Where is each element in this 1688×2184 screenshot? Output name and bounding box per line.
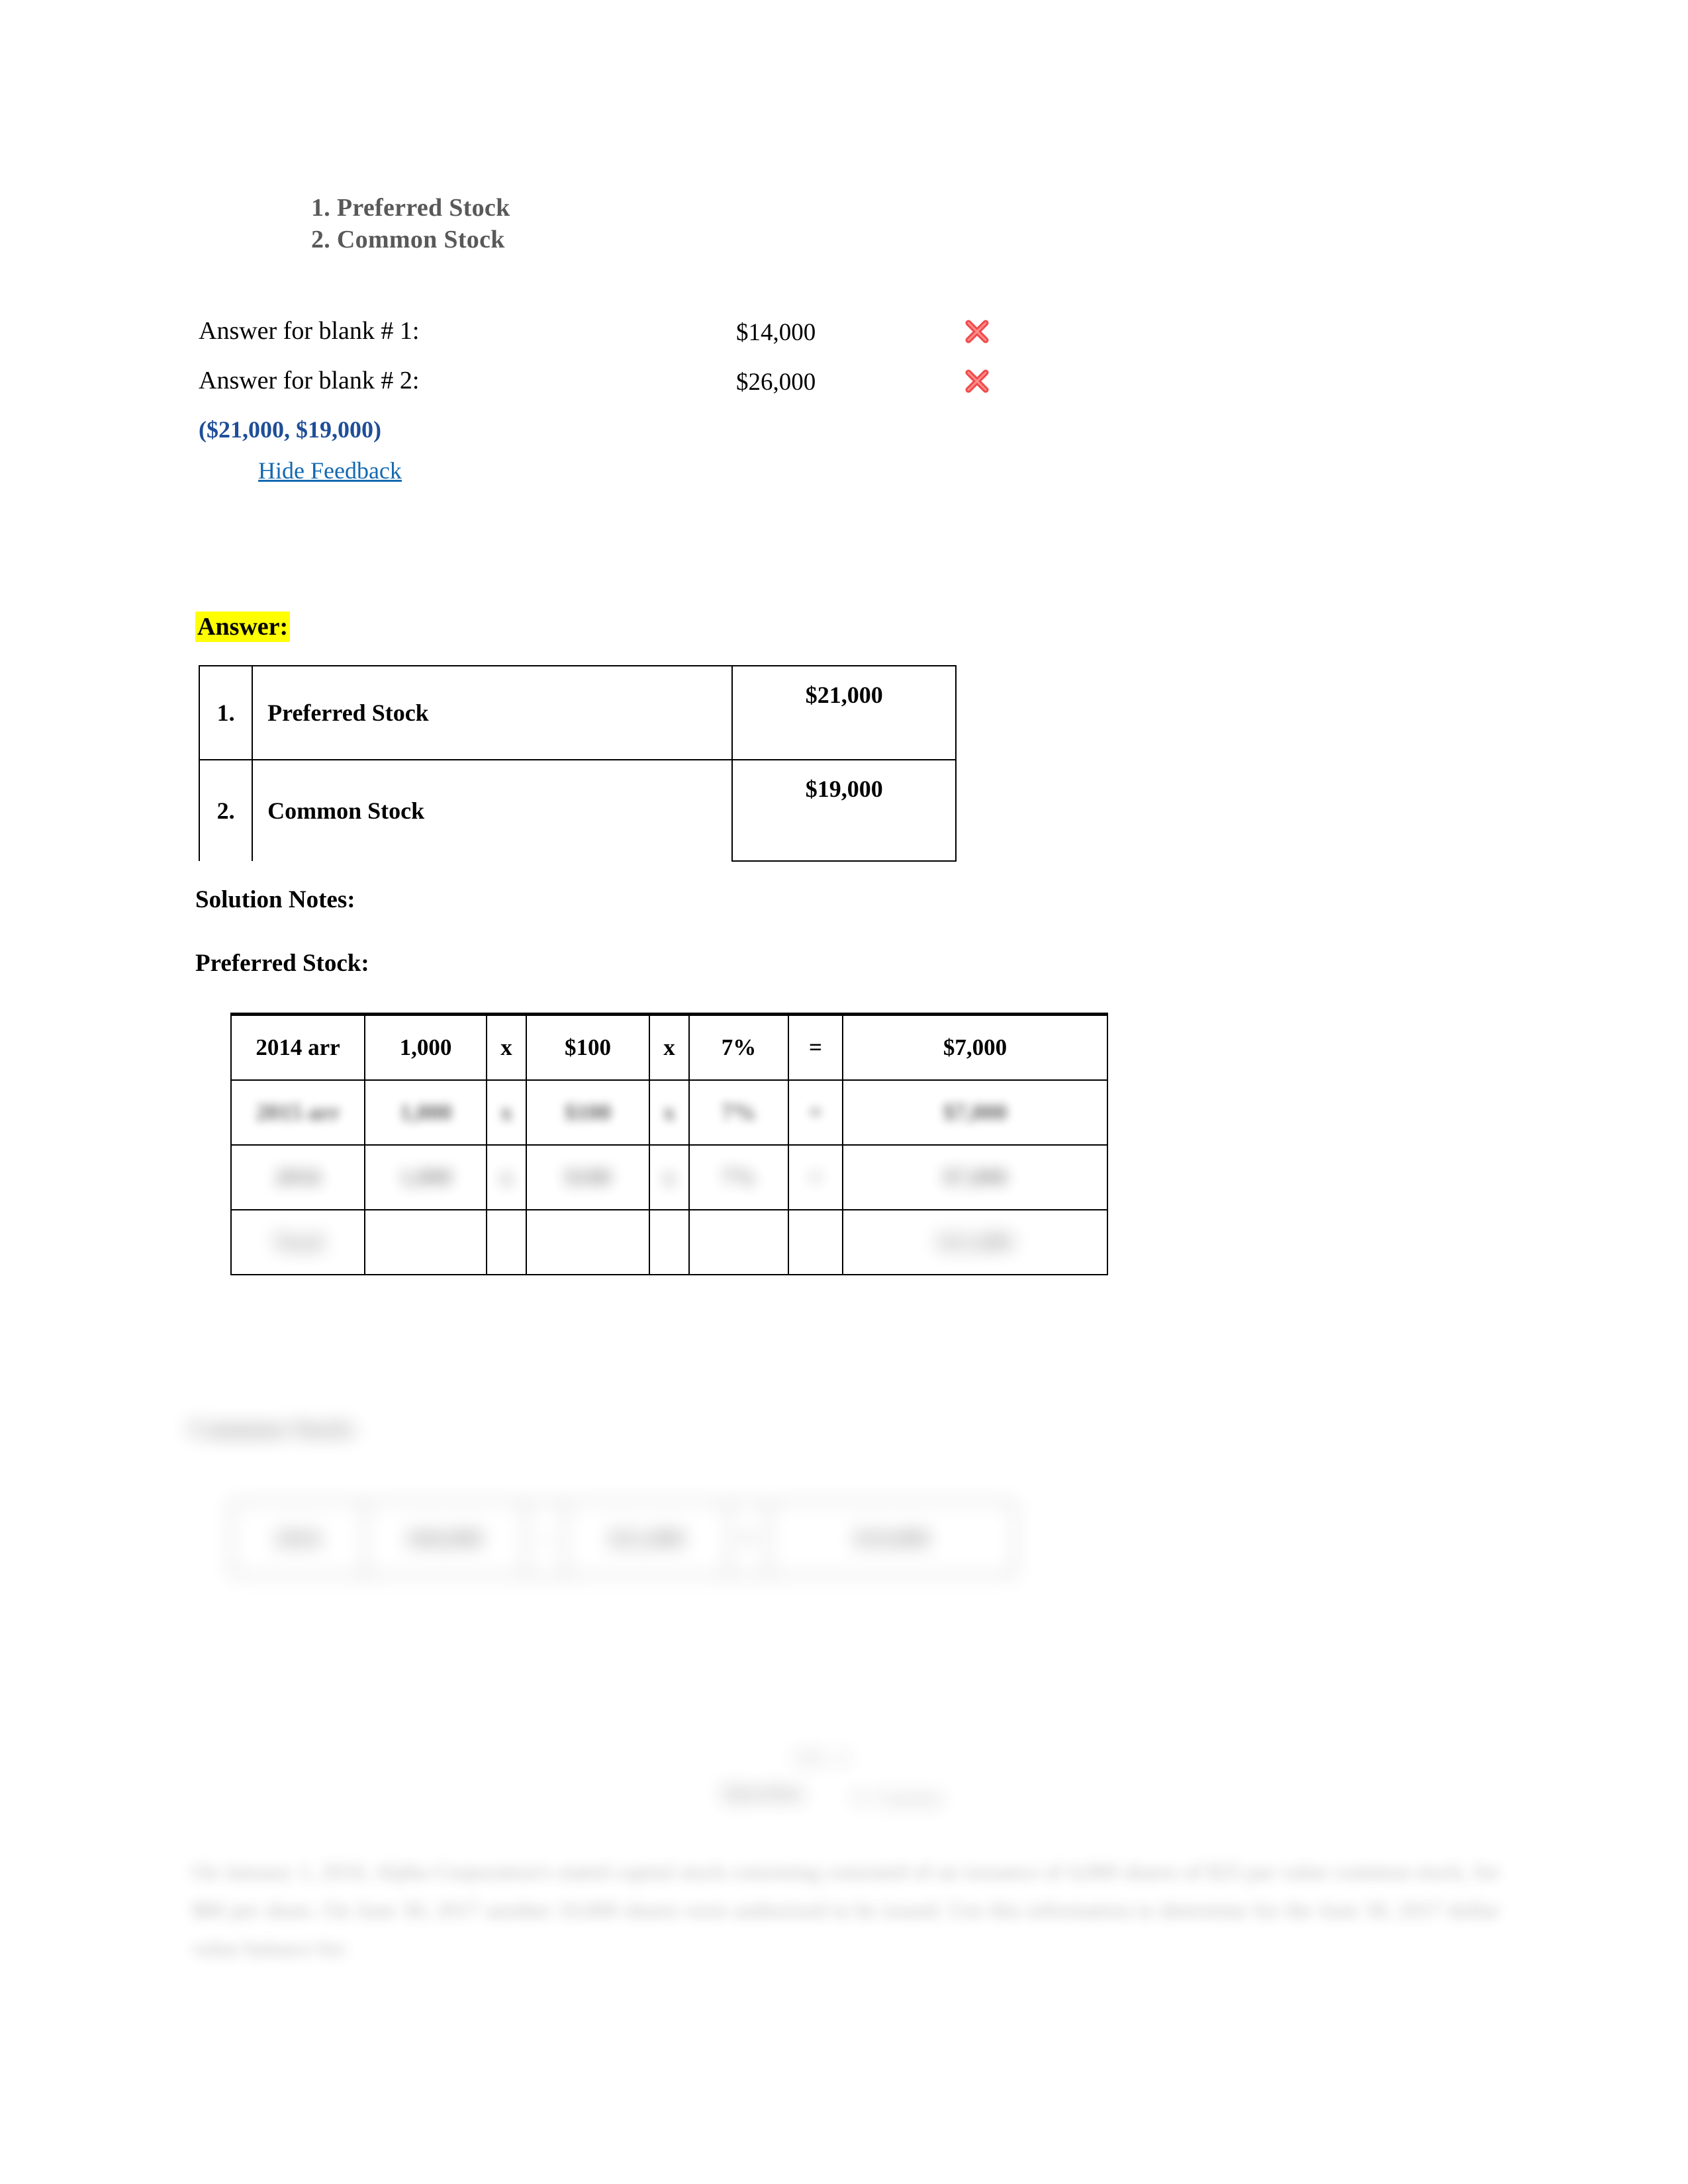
- cs-dividend: $40,000: [364, 1501, 526, 1576]
- red-x-icon: [963, 367, 991, 395]
- table-row: Total $21,000: [230, 1209, 1108, 1275]
- calc-par-value: [526, 1209, 650, 1275]
- calc-par-value: $100: [526, 1144, 650, 1210]
- common-stock-heading: Common Stock:: [189, 1416, 358, 1443]
- answer-row-amount: $21,000: [731, 665, 957, 760]
- page-marker: CH - 2: [794, 1747, 849, 1769]
- table-row: 2016 1,000 x $100 x 7% = $7,000: [230, 1144, 1108, 1210]
- calc-shares: 1,000: [364, 1013, 487, 1081]
- calc-operator: [486, 1209, 527, 1275]
- prompt-list-item-1: 1. Preferred Stock: [311, 194, 510, 222]
- preferred-stock-heading: Preferred Stock:: [195, 950, 369, 977]
- calc-operator: x: [486, 1144, 527, 1210]
- table-row: 2016 $40,000 - $21,000 = $19,000: [230, 1501, 1015, 1576]
- table-row: 2014 arr 1,000 x $100 x 7% = $7,000: [230, 1013, 1108, 1081]
- answer-heading-text: Answer:: [195, 612, 291, 642]
- cs-total: $19,000: [768, 1501, 1015, 1576]
- calc-period: Total: [230, 1209, 365, 1275]
- calc-shares: [364, 1209, 487, 1275]
- calc-rate: 7%: [688, 1079, 789, 1146]
- table-row: 1. Preferred Stock $21,000: [198, 665, 957, 760]
- calc-operator: x: [486, 1013, 527, 1081]
- answer-row-number: 1.: [198, 665, 254, 760]
- cs-operator: -: [524, 1501, 565, 1576]
- document-page: 1. Preferred Stock 2. Common Stock Answe…: [0, 0, 1688, 2184]
- preferred-stock-calc-table: 2014 arr 1,000 x $100 x 7% = $7,000 2015…: [230, 1013, 1108, 1275]
- answer-section-heading: Answer:: [195, 612, 291, 642]
- calc-period: 2014 arr: [230, 1013, 365, 1081]
- calc-rate: [688, 1209, 789, 1275]
- table-row: 2. Common Stock $19,000: [198, 759, 957, 862]
- calc-par-value: $100: [526, 1013, 650, 1081]
- answer-row-number: 2.: [198, 759, 254, 861]
- answer-row-name: Preferred Stock: [252, 665, 733, 760]
- cs-period: 2016: [230, 1501, 365, 1576]
- answer-blank-1-value: $14,000: [736, 319, 816, 346]
- answer-blank-2-label: Answer for blank # 2:: [199, 367, 420, 394]
- calc-rate: 7%: [688, 1013, 789, 1081]
- calc-equals: =: [788, 1013, 843, 1081]
- calc-shares: 1,000: [364, 1079, 487, 1146]
- answer-row-2: Answer for blank # 2: $26,000: [199, 366, 1059, 416]
- calc-operator: x: [486, 1079, 527, 1146]
- calc-operator: [649, 1209, 690, 1275]
- table-row: 2015 arr 1,000 x $100 x 7% = $7,000: [230, 1079, 1108, 1146]
- calc-total: $7,000: [842, 1144, 1108, 1210]
- solution-notes-heading: Solution Notes:: [195, 886, 355, 913]
- answer-summary-table: 1. Preferred Stock $21,000 2. Common Sto…: [198, 665, 957, 862]
- calc-shares: 1,000: [364, 1144, 487, 1210]
- answer-row-1: Answer for blank # 1: $14,000: [199, 316, 1059, 366]
- answer-row-amount: $19,000: [731, 759, 957, 862]
- answer-blank-2-value: $26,000: [736, 369, 816, 396]
- calc-equals: =: [788, 1144, 843, 1210]
- calc-equals: =: [788, 1079, 843, 1146]
- cs-equals: =: [728, 1501, 769, 1576]
- cs-less: $21,000: [564, 1501, 729, 1576]
- question-points: 6 / 6 points: [854, 1787, 943, 1809]
- prompt-list-item-2: 2. Common Stock: [311, 226, 505, 253]
- question-body-text: On January 1, 2016, Alpha Corporation's …: [192, 1860, 1499, 1961]
- calc-period: 2016: [230, 1144, 365, 1210]
- calc-rate: 7%: [688, 1144, 789, 1210]
- answer-blank-1-label: Answer for blank # 1:: [199, 317, 420, 345]
- answer-row-name: Common Stock: [252, 759, 733, 861]
- hide-feedback-link[interactable]: Hide Feedback: [258, 457, 402, 484]
- prompt-list: 1. Preferred Stock 2. Common Stock: [311, 192, 510, 255]
- calc-operator: x: [649, 1079, 690, 1146]
- calc-period: 2015 arr: [230, 1079, 365, 1146]
- answer-rows: Answer for blank # 1: $14,000 Answer for…: [199, 316, 1059, 416]
- calc-total: $7,000: [842, 1079, 1108, 1146]
- red-x-icon: [963, 318, 991, 345]
- question-label: Question: [722, 1780, 803, 1804]
- calc-par-value: $100: [526, 1079, 650, 1146]
- common-stock-calc-table: 2016 $40,000 - $21,000 = $19,000: [230, 1501, 1015, 1576]
- correct-answer-feedback: ($21,000, $19,000): [199, 416, 381, 443]
- calc-operator: x: [649, 1144, 690, 1210]
- calc-total: $7,000: [842, 1013, 1108, 1081]
- calc-operator: x: [649, 1013, 690, 1081]
- calc-equals: [788, 1209, 843, 1275]
- calc-total: $21,000: [842, 1209, 1108, 1275]
